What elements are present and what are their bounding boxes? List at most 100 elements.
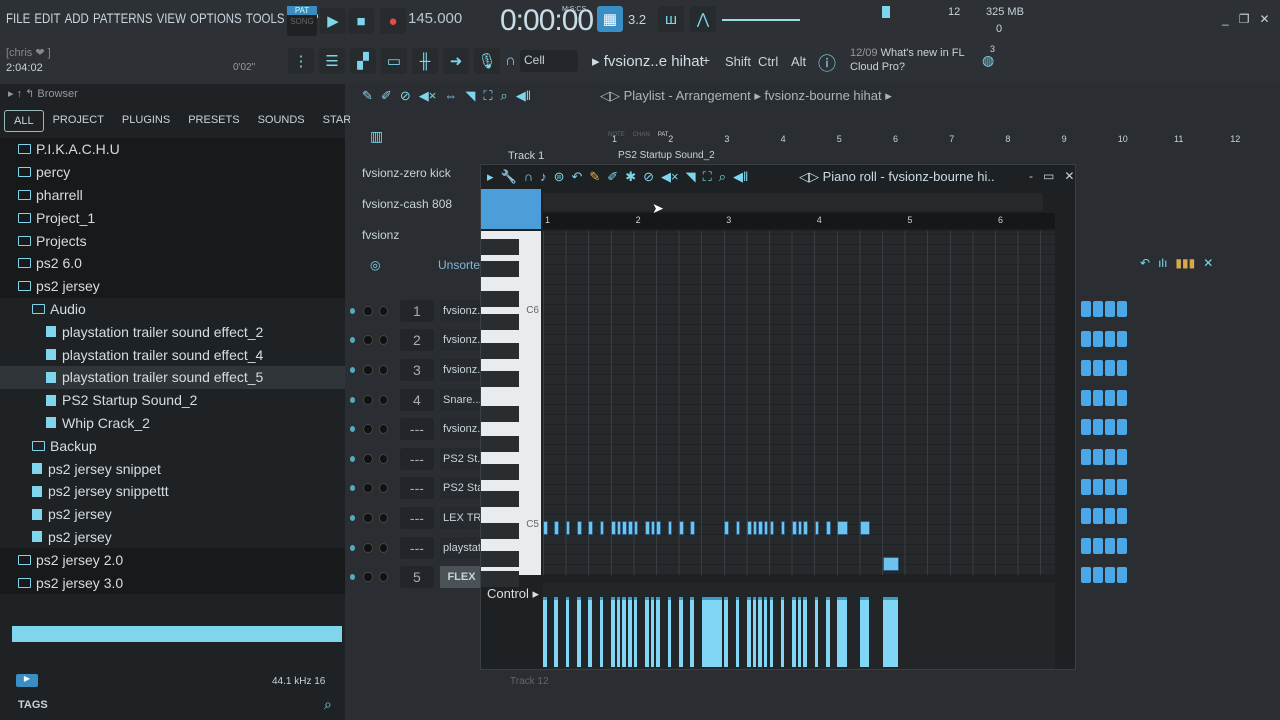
- browser-item[interactable]: ps2 jersey: [0, 503, 345, 526]
- add-pattern-button[interactable]: +: [702, 52, 710, 68]
- pan-knob[interactable]: [363, 394, 373, 405]
- note[interactable]: [633, 521, 639, 535]
- pan-knob[interactable]: [363, 335, 373, 346]
- mixer-track-number[interactable]: 2: [399, 329, 435, 352]
- mixer-track-number[interactable]: ---: [399, 418, 435, 441]
- black-key[interactable]: [481, 343, 519, 359]
- note[interactable]: [797, 521, 803, 535]
- pan-knob[interactable]: [363, 572, 373, 583]
- slip-icon[interactable]: ⇔: [444, 88, 457, 104]
- black-key[interactable]: [481, 261, 519, 277]
- velocity-bar[interactable]: [860, 597, 870, 667]
- pattern-item[interactable]: fvsionz-cash 808: [362, 189, 474, 220]
- select-icon[interactable]: ⛶: [703, 169, 712, 185]
- channel-led[interactable]: [350, 544, 356, 551]
- globe-icon[interactable]: ◍: [982, 52, 994, 69]
- piano-icon[interactable]: ▥: [370, 128, 383, 145]
- velocity-bar[interactable]: [565, 597, 570, 667]
- note[interactable]: [667, 521, 673, 535]
- magnet-icon[interactable]: ∩: [524, 169, 533, 185]
- note[interactable]: [837, 521, 848, 535]
- channel-led[interactable]: [350, 366, 356, 373]
- channel-led[interactable]: [350, 426, 356, 433]
- close-icon[interactable]: ✕: [1203, 256, 1213, 270]
- browser-item[interactable]: ps2 jersey snippet: [0, 457, 345, 480]
- channel-row[interactable]: 3 fvsionz..: [350, 355, 480, 385]
- channel-row[interactable]: ---LEX TR...: [350, 503, 480, 533]
- pan-knob[interactable]: [363, 424, 373, 435]
- velocity-bar[interactable]: [690, 597, 694, 667]
- browser-tab-plugins[interactable]: PLUGINS: [113, 110, 179, 132]
- mute-icon[interactable]: ◀×: [661, 169, 679, 185]
- zoom-icon[interactable]: ⌕: [719, 169, 726, 185]
- velocity-bar[interactable]: [803, 597, 808, 667]
- menu-tools[interactable]: TOOLS: [246, 10, 285, 26]
- volume-knob[interactable]: [378, 424, 388, 435]
- volume-knob[interactable]: [378, 512, 388, 523]
- piano-roll-timeline[interactable]: 1 2 3 4 5 6: [543, 213, 1055, 229]
- browser-item[interactable]: ps2 jersey snippettt: [0, 480, 345, 503]
- browser-item[interactable]: ps2 jersey 3.0: [0, 571, 345, 594]
- note[interactable]: [752, 521, 758, 535]
- mixer-track-number[interactable]: 5: [399, 566, 435, 589]
- black-key[interactable]: [481, 523, 519, 539]
- search-icon[interactable]: ⌕: [324, 696, 332, 713]
- note[interactable]: [543, 521, 548, 535]
- tags-label[interactable]: TAGS: [18, 699, 48, 711]
- note[interactable]: [803, 521, 809, 535]
- wave-icon[interactable]: ш: [658, 6, 684, 32]
- metronome-icon[interactable]: ⋀: [690, 6, 716, 32]
- breadcrumb-playlist[interactable]: Playlist - Arrangement: [624, 88, 751, 103]
- mute-icon[interactable]: ◀×: [419, 88, 437, 104]
- pencil-icon[interactable]: ✎: [589, 169, 600, 185]
- tempo-display[interactable]: 145.000: [408, 10, 462, 27]
- note[interactable]: [769, 521, 775, 535]
- browser-item[interactable]: PS2 Startup Sound_2: [0, 389, 345, 412]
- channel-name[interactable]: Snare...: [440, 388, 480, 411]
- note[interactable]: [650, 521, 656, 535]
- pan-knob[interactable]: [363, 453, 373, 464]
- select-icon[interactable]: ⛶: [483, 88, 492, 104]
- velocity-bar[interactable]: [769, 597, 774, 667]
- columns-icon[interactable]: ▮▮▮: [1175, 256, 1195, 270]
- velocity-bar[interactable]: [616, 597, 621, 667]
- channel-led[interactable]: [350, 337, 356, 344]
- minimize-icon[interactable]: -: [1029, 169, 1033, 183]
- velocity-bar[interactable]: [701, 597, 723, 667]
- velocity-bar[interactable]: [644, 597, 649, 667]
- note[interactable]: [622, 521, 627, 535]
- news-panel[interactable]: 12/09 What's new in FL Cloud Pro?: [850, 46, 970, 74]
- paint-icon[interactable]: ✐: [607, 169, 618, 185]
- channel-rack-icon[interactable]: ☰: [319, 48, 345, 74]
- note[interactable]: [814, 521, 820, 535]
- black-key[interactable]: [481, 314, 519, 330]
- piano-roll-scroll[interactable]: [543, 193, 1043, 211]
- black-key[interactable]: [481, 491, 519, 507]
- channel-name[interactable]: FLEX: [440, 566, 480, 589]
- browser-item[interactable]: Backup: [0, 434, 345, 457]
- velocity-bar[interactable]: [554, 597, 558, 667]
- pan-knob[interactable]: [363, 542, 373, 553]
- note[interactable]: [763, 521, 769, 535]
- channel-led[interactable]: [350, 485, 356, 492]
- play-button[interactable]: ▶: [320, 8, 346, 34]
- note[interactable]: [588, 521, 593, 535]
- note-icon[interactable]: ♪: [540, 169, 547, 185]
- pan-knob[interactable]: [363, 512, 373, 523]
- note[interactable]: [792, 521, 797, 535]
- pattern-mode-icon[interactable]: ▦: [597, 6, 623, 32]
- velocity-bar[interactable]: [627, 597, 632, 667]
- velocity-bar[interactable]: [599, 597, 604, 667]
- note[interactable]: [678, 521, 684, 535]
- note[interactable]: [599, 521, 605, 535]
- browser-item[interactable]: ps2 jersey: [0, 274, 345, 298]
- playback-icon[interactable]: ◀‖: [733, 169, 748, 185]
- velocity-bar[interactable]: [792, 597, 796, 667]
- channel-row[interactable]: --- playstat: [350, 533, 480, 563]
- browser-item[interactable]: ps2 6.0: [0, 251, 345, 275]
- velocity-bar[interactable]: [746, 597, 751, 667]
- velocity-bar[interactable]: [633, 597, 638, 667]
- volume-knob[interactable]: [378, 364, 388, 375]
- track-1-label[interactable]: Track 1: [508, 150, 544, 162]
- pan-knob[interactable]: [363, 364, 373, 375]
